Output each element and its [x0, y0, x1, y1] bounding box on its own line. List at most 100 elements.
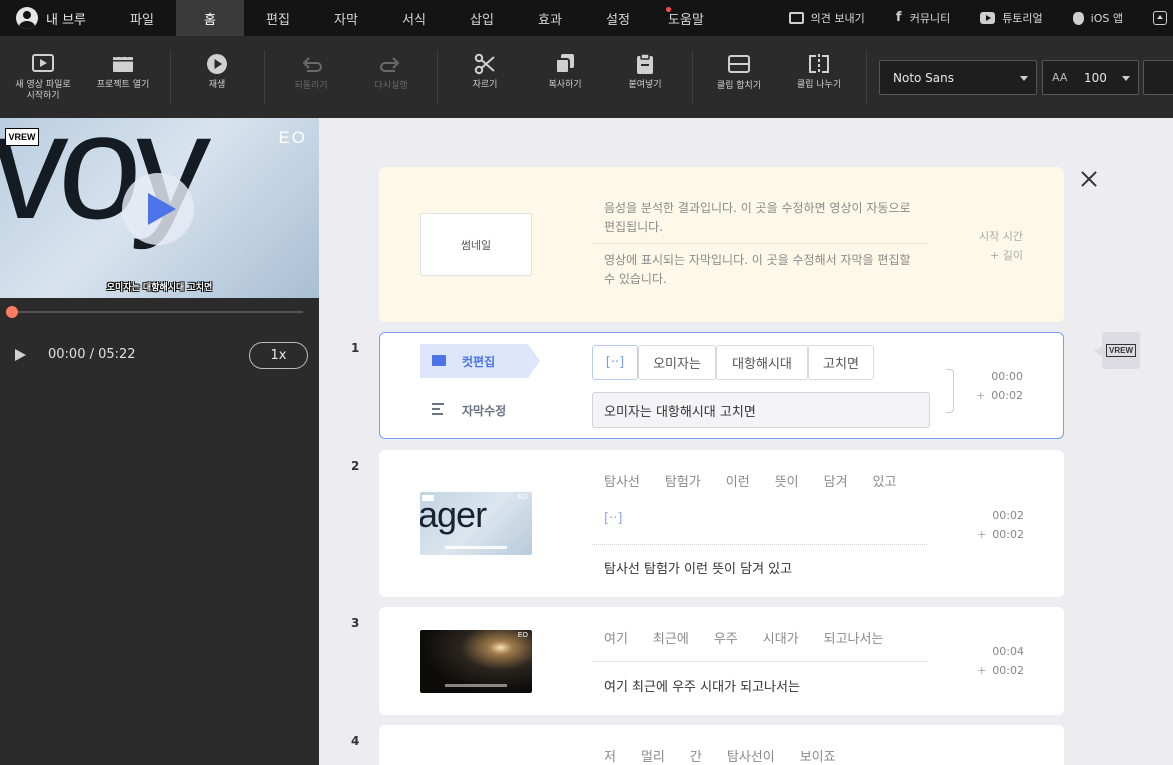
word[interactable]: 담겨 — [824, 471, 848, 490]
clip-times: 00:02 +00:02 — [977, 506, 1024, 544]
word-list: 저 멀리 간 탐사선이 보이죠 — [604, 746, 861, 765]
split-clip-button[interactable]: 클립 나누기 — [782, 36, 856, 118]
merge-clip-button[interactable]: 클립 합치기 — [702, 36, 776, 118]
subtitle-edit-tab[interactable]: 자막수정 — [420, 395, 530, 425]
word[interactable]: 저 — [604, 746, 616, 765]
word[interactable]: 있고 — [873, 471, 897, 490]
vrew-side-button[interactable]: VREW — [1094, 332, 1140, 369]
menu-tab-home[interactable]: 홈 — [176, 0, 244, 36]
copy-button[interactable]: 복사하기 — [530, 36, 600, 118]
undo-label: 되돌리기 — [294, 81, 328, 91]
word-gap[interactable]: [··] — [604, 511, 622, 526]
subtitle-input[interactable]: 오미자는 대항해시대 고치면 — [592, 392, 930, 428]
playback-speed-button[interactable]: 1x — [249, 342, 308, 369]
open-project-button[interactable]: 프로젝트 열기 — [88, 36, 158, 118]
clip-length: 00:02 — [992, 528, 1024, 541]
clip-number: 3 — [351, 616, 360, 630]
word[interactable]: 되고나서는 — [824, 628, 884, 647]
split-clip-label: 클립 나누기 — [796, 80, 842, 90]
cut-edit-tab[interactable]: 컷편집 — [420, 344, 540, 378]
clip-thumbnail[interactable]: ager EO — [420, 492, 532, 555]
clip-thumbnail[interactable]: EO — [420, 630, 532, 693]
menu-tab-effect[interactable]: 효과 — [516, 0, 584, 36]
word[interactable]: 시대가 — [763, 628, 799, 647]
menu-tab-help[interactable]: 도움말 — [652, 0, 720, 36]
clip-row-3[interactable]: EO 여기 최근에 우주 시대가 되고나서는 여기 최근에 우주 시대가 되고나… — [379, 607, 1064, 715]
collapse-toolbar-icon[interactable] — [1153, 11, 1167, 25]
clip-start-time: 00:04 — [992, 645, 1024, 658]
paste-button[interactable]: 붙여넣기 — [610, 36, 680, 118]
word[interactable]: 우주 — [714, 628, 738, 647]
menu-tab-edit[interactable]: 편집 — [244, 0, 312, 36]
redo-button[interactable]: 다시실행 — [356, 36, 426, 118]
clip-row-4[interactable]: 저 멀리 간 탐사선이 보이죠 — [379, 725, 1064, 765]
play-button[interactable]: 재생 — [182, 36, 252, 118]
close-icon[interactable] — [1078, 168, 1100, 190]
gap-word-list: [··] — [604, 511, 647, 526]
clip-length: 00:02 — [991, 389, 1023, 402]
undo-button[interactable]: 되돌리기 — [276, 36, 346, 118]
chevron-down-icon — [1020, 76, 1028, 81]
clapperboard-icon — [432, 355, 446, 366]
subtitle-edit-label: 자막수정 — [462, 403, 507, 418]
menu-tab-format[interactable]: 서식 — [380, 0, 448, 36]
new-video-icon — [32, 54, 54, 72]
new-video-label-1: 새 영상 파일로 — [15, 80, 71, 90]
menu-tab-file[interactable]: 파일 — [108, 0, 176, 36]
profile-label: 내 브루 — [46, 12, 87, 28]
play-overlay-icon[interactable] — [122, 173, 194, 245]
apple-icon — [1072, 11, 1084, 25]
word[interactable]: 보이죠 — [800, 746, 836, 765]
word[interactable]: 여기 — [604, 628, 628, 647]
video-preview[interactable]: voy VREW EO 오미자는 대항해시대 고치면 — [0, 118, 319, 298]
new-video-button[interactable]: 새 영상 파일로 시작하기 — [4, 36, 82, 118]
clip-length: 00:02 — [992, 664, 1024, 677]
word[interactable]: 탐험가 — [665, 471, 701, 490]
chevron-down-icon — [1122, 76, 1130, 81]
feedback-link[interactable]: 의견 보내기 — [788, 10, 865, 26]
word[interactable]: 이런 — [726, 471, 750, 490]
cut-label: 자르기 — [472, 80, 498, 90]
video-subtitle: 오미자는 대항해시대 고치면 — [106, 283, 213, 293]
ios-app-link[interactable]: iOS 앱 — [1072, 10, 1123, 26]
cut-button[interactable]: 자르기 — [450, 36, 520, 118]
guide-time-labels: 시작 시간 + 길이 — [979, 227, 1023, 265]
tutorial-label: 튜토리얼 — [1002, 12, 1043, 25]
seek-handle[interactable] — [6, 306, 18, 318]
font-size-icon: AA — [1052, 71, 1068, 84]
font-size-select[interactable]: AA 100 — [1042, 60, 1139, 95]
word[interactable]: 최근에 — [653, 628, 689, 647]
word[interactable]: 멀리 — [641, 746, 665, 765]
word-chip-gap[interactable]: [··] — [592, 345, 638, 380]
subtitle-text[interactable]: 탐사선 탐험가 이런 뜻이 담겨 있고 — [604, 558, 792, 577]
mail-icon — [788, 12, 804, 24]
clip-row-2[interactable]: ager EO 탐사선 탐험가 이런 뜻이 담겨 있고 [··] 탐사선 탐험가… — [379, 450, 1064, 597]
community-link[interactable]: f 커뮤니티 — [895, 10, 950, 26]
subtitle-text[interactable]: 여기 최근에 우주 시대가 되고나서는 — [604, 676, 800, 695]
font-family-select[interactable]: Noto Sans — [879, 60, 1037, 95]
seek-bar[interactable] — [6, 306, 303, 318]
word[interactable]: 탐사선이 — [727, 746, 775, 765]
redo-icon — [380, 57, 400, 72]
toolbar-divider — [437, 50, 438, 104]
text-color-select[interactable] — [1143, 60, 1173, 95]
clip-row-1[interactable]: 컷편집 자막수정 [··] 오미자는 대항해시대 고치면 오미자는 대항해시대 … — [379, 332, 1064, 439]
youtube-icon — [980, 12, 996, 24]
profile-menu[interactable]: 내 브루 — [0, 7, 108, 29]
menu-tab-settings[interactable]: 설정 — [584, 0, 652, 36]
menu-tab-help-label: 도움말 — [668, 12, 704, 28]
word-chip[interactable]: 오미자는 — [638, 345, 716, 380]
word[interactable]: 탐사선 — [604, 471, 640, 490]
preview-panel: voy VREW EO 오미자는 대항해시대 고치면 00:00 / 05:22… — [0, 118, 319, 765]
play-icon[interactable] — [15, 349, 26, 361]
eo-logo: EO — [278, 128, 307, 147]
word[interactable]: 뜻이 — [775, 471, 799, 490]
tutorial-link[interactable]: 튜토리얼 — [980, 10, 1043, 26]
word-chip[interactable]: 고치면 — [808, 345, 874, 380]
menu-tab-insert[interactable]: 삽입 — [448, 0, 516, 36]
menu-tab-subtitle[interactable]: 자막 — [312, 0, 380, 36]
timecode: 00:00 / 05:22 — [48, 347, 136, 362]
new-video-label-2: 시작하기 — [26, 91, 60, 101]
word[interactable]: 간 — [690, 746, 702, 765]
word-chip[interactable]: 대항해시대 — [716, 345, 808, 380]
